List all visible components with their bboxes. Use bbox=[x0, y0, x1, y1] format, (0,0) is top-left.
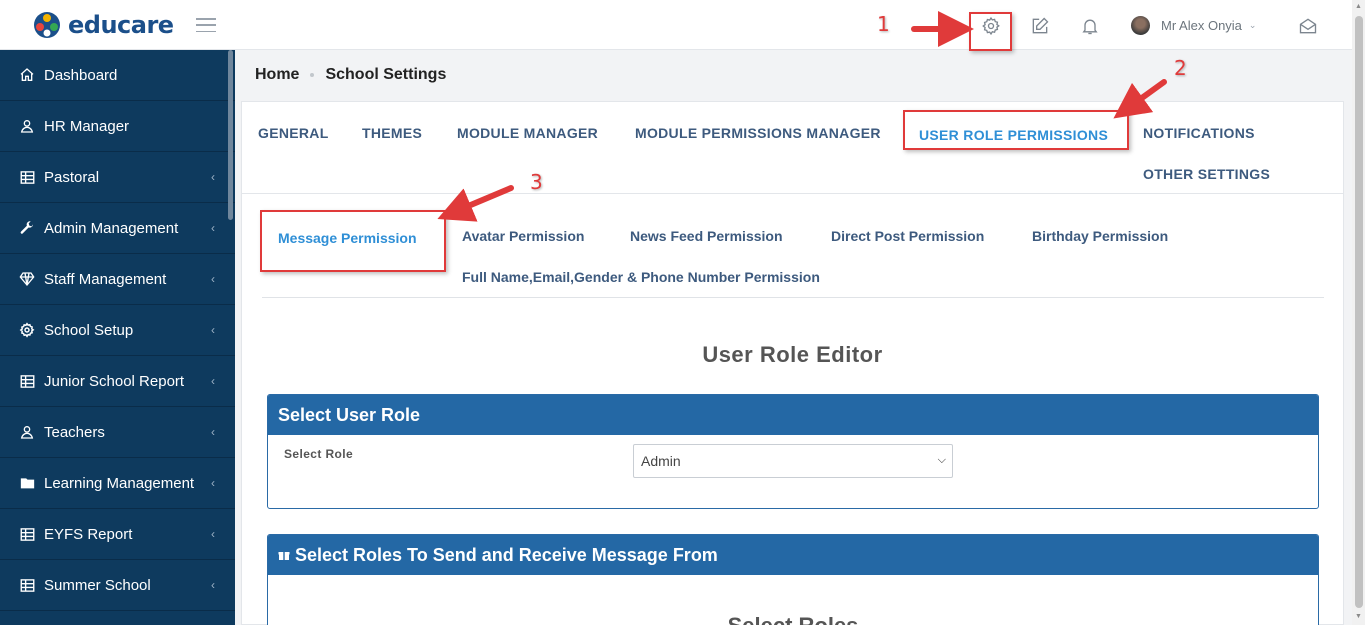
tab-module-manager[interactable]: MODULE MANAGER bbox=[457, 125, 598, 141]
sidebar-item-label: Pastoral bbox=[44, 168, 100, 186]
role-select-value: Admin bbox=[641, 453, 681, 469]
avatar bbox=[1131, 16, 1150, 35]
panel-heading-send-receive: Select Roles To Send and Receive Message… bbox=[268, 535, 1318, 575]
brand-name: educare bbox=[68, 11, 174, 39]
logo[interactable]: educare bbox=[32, 10, 174, 40]
sidebar-item-label: Dashboard bbox=[44, 66, 118, 84]
tab-themes[interactable]: THEMES bbox=[362, 125, 422, 141]
user-menu[interactable]: Mr Alex Onyia ⌄ bbox=[1131, 16, 1256, 35]
tab-module-permissions-manager[interactable]: MODULE PERMISSIONS MANAGER bbox=[635, 125, 881, 141]
hamburger-icon[interactable] bbox=[196, 18, 216, 32]
annotation-number-1: 1 bbox=[877, 12, 890, 36]
tab-general[interactable]: GENERAL bbox=[258, 125, 329, 141]
table-icon bbox=[18, 576, 36, 594]
sidebar-item-school-setup[interactable]: School Setup ‹ bbox=[0, 305, 235, 356]
bell-icon[interactable] bbox=[1080, 16, 1100, 36]
sidebar-item-label: EYFS Report bbox=[44, 525, 133, 543]
subtab-full-name-permission[interactable]: Full Name,Email,Gender & Phone Number Pe… bbox=[462, 269, 820, 285]
chevron-down-icon: ⌵ bbox=[937, 454, 946, 466]
page-scrollbar[interactable]: ▲ ▼ bbox=[1352, 0, 1365, 625]
user-role-editor-title: User Role Editor bbox=[702, 342, 883, 367]
user-name: Mr Alex Onyia bbox=[1161, 18, 1242, 33]
panel-heading: Select User Role bbox=[268, 395, 1318, 435]
send-receive-panel: Select Roles To Send and Receive Message… bbox=[267, 534, 1319, 625]
tab-notifications[interactable]: NOTIFICATIONS bbox=[1143, 125, 1255, 141]
scroll-thumb[interactable] bbox=[1355, 16, 1363, 608]
subtab-message-permission[interactable]: Message Permission bbox=[278, 230, 417, 246]
user-icon bbox=[18, 423, 36, 441]
mail-open-icon[interactable] bbox=[1298, 16, 1318, 36]
sidebar-scrollbar[interactable] bbox=[228, 50, 233, 220]
edit-icon[interactable] bbox=[1030, 16, 1050, 36]
chevron-down-icon: ⌄ bbox=[1248, 20, 1257, 30]
tab-user-role-permissions[interactable]: USER ROLE PERMISSIONS bbox=[919, 127, 1108, 143]
gift-icon bbox=[278, 552, 290, 560]
sidebar-item-label: School Setup bbox=[44, 321, 134, 339]
sidebar-item-label: Teachers bbox=[44, 423, 105, 441]
breadcrumb-current: School Settings bbox=[325, 66, 447, 83]
role-select[interactable]: Admin ⌵ bbox=[633, 444, 953, 478]
sidebar-item-label: Learning Management bbox=[44, 474, 195, 492]
scroll-down-icon[interactable]: ▼ bbox=[1355, 613, 1362, 620]
wrench-icon bbox=[18, 219, 36, 237]
chevron-left-icon: ‹ bbox=[211, 221, 215, 235]
scroll-up-icon[interactable]: ▲ bbox=[1355, 3, 1362, 10]
sidebar-item-junior-school-report[interactable]: Junior School Report ‹ bbox=[0, 356, 235, 407]
tab-other-settings[interactable]: OTHER SETTINGS bbox=[1143, 166, 1270, 182]
gear-icon bbox=[18, 321, 36, 339]
sidebar-item-eyfs-report[interactable]: EYFS Report ‹ bbox=[0, 509, 235, 560]
chevron-left-icon: ‹ bbox=[211, 272, 215, 286]
table-icon bbox=[18, 168, 36, 186]
subtab-avatar-permission[interactable]: Avatar Permission bbox=[462, 228, 584, 244]
sidebar-item-teachers[interactable]: Teachers ‹ bbox=[0, 407, 235, 458]
subtab-news-feed-permission[interactable]: News Feed Permission bbox=[630, 228, 783, 244]
chevron-left-icon: ‹ bbox=[211, 425, 215, 439]
table-icon bbox=[18, 525, 36, 543]
sidebar-item-dashboard[interactable]: Dashboard bbox=[0, 50, 235, 101]
sidebar: Dashboard HR Manager Pastoral ‹ Admin Manage… bbox=[0, 50, 235, 625]
sidebar-item-label: Junior School Report bbox=[44, 372, 185, 390]
chevron-left-icon: ‹ bbox=[211, 527, 215, 541]
table-icon bbox=[18, 372, 36, 390]
sidebar-item-hr-manager[interactable]: HR Manager bbox=[0, 101, 235, 152]
folder-icon bbox=[18, 474, 36, 492]
sidebar-item-admin-management[interactable]: Admin Management ‹ bbox=[0, 203, 235, 254]
logo-icon bbox=[34, 12, 60, 38]
home-icon bbox=[18, 66, 36, 84]
select-roles-title: Select Roles bbox=[268, 613, 1318, 625]
chevron-left-icon: ‹ bbox=[211, 578, 215, 592]
sidebar-item-label: Staff Management bbox=[44, 270, 167, 288]
sidebar-item-pastoral[interactable]: Pastoral ‹ bbox=[0, 152, 235, 203]
send-receive-heading: Select Roles To Send and Receive Message… bbox=[295, 544, 718, 565]
select-user-role-panel: Select User Role Select Role Admin ⌵ bbox=[267, 394, 1319, 509]
subtab-direct-post-permission[interactable]: Direct Post Permission bbox=[831, 228, 984, 244]
sidebar-item-label: Summer School bbox=[44, 576, 151, 594]
select-role-label: Select Role bbox=[284, 447, 354, 461]
breadcrumb-separator bbox=[310, 73, 315, 77]
annotation-number-3: 3 bbox=[530, 170, 543, 194]
sidebar-item-staff-management[interactable]: Staff Management ‹ bbox=[0, 254, 235, 305]
breadcrumb: Home School Settings bbox=[255, 66, 446, 84]
annotation-number-2: 2 bbox=[1174, 56, 1187, 80]
subtab-birthday-permission[interactable]: Birthday Permission bbox=[1032, 228, 1168, 244]
settings-tabs: GENERAL THEMES MODULE MANAGER MODULE PER… bbox=[242, 102, 1343, 194]
sidebar-item-label: Admin Management bbox=[44, 219, 179, 237]
diamond-icon bbox=[18, 270, 36, 288]
divider bbox=[262, 297, 1324, 298]
top-bar: educare Mr Alex Onyia ⌄ bbox=[0, 0, 1352, 50]
chevron-left-icon: ‹ bbox=[211, 323, 215, 337]
breadcrumb-home[interactable]: Home bbox=[255, 66, 299, 84]
user-icon bbox=[18, 117, 36, 135]
chevron-left-icon: ‹ bbox=[211, 374, 215, 388]
sidebar-item-summer-school[interactable]: Summer School ‹ bbox=[0, 560, 235, 611]
gear-icon[interactable] bbox=[981, 16, 1001, 36]
sidebar-item-learning-management[interactable]: Learning Management ‹ bbox=[0, 458, 235, 509]
chevron-left-icon: ‹ bbox=[211, 476, 215, 490]
chevron-left-icon: ‹ bbox=[211, 170, 215, 184]
sidebar-item-label: HR Manager bbox=[44, 117, 130, 135]
settings-card: GENERAL THEMES MODULE MANAGER MODULE PER… bbox=[241, 101, 1344, 625]
